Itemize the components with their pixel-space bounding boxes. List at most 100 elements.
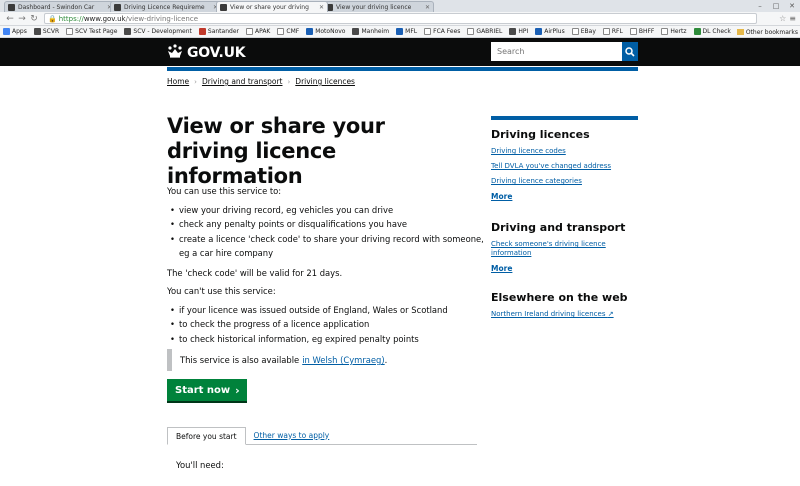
sidebar-link[interactable]: Driving licence codes	[491, 147, 638, 156]
header-blue-bar	[167, 67, 638, 71]
govuk-logo[interactable]: GOV.UK	[167, 44, 246, 62]
bookmark-item[interactable]: HPI	[509, 28, 528, 35]
forward-icon[interactable]: →	[16, 13, 28, 25]
list-item: if your licence was issued outside of En…	[167, 303, 487, 318]
bookmark-label: Manheim	[361, 28, 390, 35]
sidebar-link[interactable]: Northern Ireland driving licences ↗	[491, 310, 638, 319]
bookmark-item[interactable]: RFL	[602, 28, 623, 35]
bookmark-favicon-icon	[352, 28, 360, 35]
sidebar-section-driving-licences: Driving licences Driving licence codes T…	[491, 116, 638, 201]
bookmark-item[interactable]: SCV Test Page	[66, 28, 117, 35]
intro-text: You can use this service to:	[167, 186, 282, 196]
bookmark-star-icon[interactable]: ☆	[779, 14, 786, 23]
tab-title: View or share your driving	[230, 3, 309, 11]
url-scheme: https://	[58, 14, 84, 23]
maximize-icon[interactable]: □	[768, 0, 784, 12]
bookmark-label: Santander	[207, 28, 239, 35]
search-button[interactable]	[622, 42, 638, 61]
close-window-icon[interactable]: ✕	[784, 0, 800, 12]
bookmark-item[interactable]: BHFF	[629, 28, 654, 35]
list-item: create a licence 'check code' to share y…	[167, 232, 487, 261]
bookmark-item[interactable]: FCA Fees	[424, 28, 460, 35]
search-input[interactable]	[491, 42, 622, 61]
breadcrumb-driving-licences[interactable]: Driving licences	[295, 77, 355, 86]
breadcrumb-chevron-icon: ›	[194, 77, 197, 86]
bookmark-item[interactable]: APAK	[245, 28, 271, 35]
cant-use-list: if your licence was issued outside of En…	[167, 303, 487, 347]
page-icon	[66, 28, 74, 35]
address-bar[interactable]: 🔒 https://www.gov.uk/view-driving-licenc…	[44, 13, 758, 24]
page-icon	[629, 28, 637, 35]
bookmark-favicon-icon	[33, 28, 41, 35]
tab-favicon-icon	[114, 3, 121, 11]
sidebar-link[interactable]: Tell DVLA you've changed address	[491, 162, 638, 171]
tab-title: View your driving licence	[336, 3, 412, 11]
tab-favicon-icon	[220, 3, 227, 11]
reload-icon[interactable]: ↻	[28, 13, 40, 25]
welsh-link[interactable]: in Welsh (Cymraeg)	[302, 355, 384, 365]
bookmark-item[interactable]: Santander	[198, 28, 239, 35]
start-now-button[interactable]: Start now ›	[167, 379, 247, 401]
bookmark-favicon-icon	[509, 28, 517, 35]
bookmark-item[interactable]: Manheim	[352, 28, 389, 35]
bookmark-item[interactable]: EBay	[571, 28, 596, 35]
breadcrumb-driving-and-transport[interactable]: Driving and transport	[202, 77, 283, 86]
tab-before-you-start[interactable]: Before you start	[167, 427, 246, 445]
close-tab-icon[interactable]: ✕	[319, 4, 324, 11]
bookmark-item[interactable]: Hertz	[661, 28, 687, 35]
browser-toolbar: ← → ↻ 🔒 https://www.gov.uk/view-driving-…	[0, 12, 800, 26]
bookmark-label: FCA Fees	[433, 28, 461, 35]
bookmark-item[interactable]: SCVR	[33, 28, 59, 35]
sidebar-more-link[interactable]: More	[491, 264, 638, 273]
sidebar-more-link[interactable]: More	[491, 192, 638, 201]
bookmark-item[interactable]: Apps	[3, 28, 27, 35]
list-item: view your driving record, eg vehicles yo…	[167, 203, 487, 218]
browser-tab-3[interactable]: View or share your driving ✕	[216, 1, 328, 12]
bookmark-item[interactable]: CMF	[277, 28, 299, 35]
tab-other-ways-to-apply[interactable]: Other ways to apply	[246, 426, 338, 444]
page-icon	[602, 28, 610, 35]
sidebar-link[interactable]: Check someone's driving licence informat…	[491, 240, 638, 258]
tab-favicon-icon	[8, 3, 15, 11]
page-icon	[424, 28, 432, 35]
list-item: to check historical information, eg expi…	[167, 332, 487, 347]
minimize-icon[interactable]: –	[752, 0, 768, 12]
url-host: www.gov.uk	[83, 14, 126, 23]
bookmark-label: HPI	[518, 28, 529, 35]
sidebar-section-elsewhere: Elsewhere on the web Northern Ireland dr…	[491, 291, 638, 319]
other-bookmarks[interactable]: Other bookmarks	[736, 26, 800, 37]
bookmark-label: MFL	[405, 28, 418, 35]
bookmark-item[interactable]: DL Check	[693, 28, 731, 35]
bookmark-item[interactable]: AirPlus	[535, 28, 565, 35]
page-icon	[245, 28, 253, 35]
bookmark-item[interactable]: MotoNovo	[306, 28, 345, 35]
sidebar-link[interactable]: Driving licence categories	[491, 177, 638, 186]
bookmark-item[interactable]: MFL	[396, 28, 417, 35]
bookmark-label: SCV - Development	[133, 28, 192, 35]
back-icon[interactable]: ←	[4, 13, 16, 25]
tab-title: Dashboard - Swindon Car	[18, 3, 95, 11]
govuk-header: GOV.UK	[0, 38, 800, 66]
breadcrumb-home[interactable]: Home	[167, 77, 189, 86]
sidebar-heading: Driving licences	[491, 128, 590, 141]
url-path: /view-driving-licence	[125, 14, 199, 23]
bookmark-item[interactable]: GABRIEL	[467, 28, 502, 35]
info-tabs: Before you start Other ways to apply	[167, 427, 477, 445]
santander-icon	[198, 28, 206, 35]
main-content: You can use this service to: view your d…	[167, 184, 487, 351]
page-icon	[661, 28, 669, 35]
valid-note: The 'check code' will be valid for 21 da…	[167, 267, 343, 278]
browser-tab-4[interactable]: View your driving licence ✕	[322, 1, 434, 12]
bookmark-item[interactable]: SCV - Development	[124, 28, 192, 35]
browser-tab-1[interactable]: Dashboard - Swindon Car✕	[4, 1, 116, 12]
browser-menu-icon[interactable]: ≡	[789, 14, 796, 23]
page-icon	[277, 28, 285, 35]
sidebar-section-driving-and-transport: Driving and transport Check someone's dr…	[491, 221, 638, 273]
close-tab-icon[interactable]: ✕	[425, 4, 430, 11]
page-title: View or share your driving licence infor…	[167, 114, 385, 188]
browser-tab-2[interactable]: Driving Licence Requireme✕	[110, 1, 222, 12]
bookmark-label: APAK	[254, 28, 271, 35]
bookmark-label: AirPlus	[544, 28, 565, 35]
start-button-label: Start now	[175, 384, 231, 396]
